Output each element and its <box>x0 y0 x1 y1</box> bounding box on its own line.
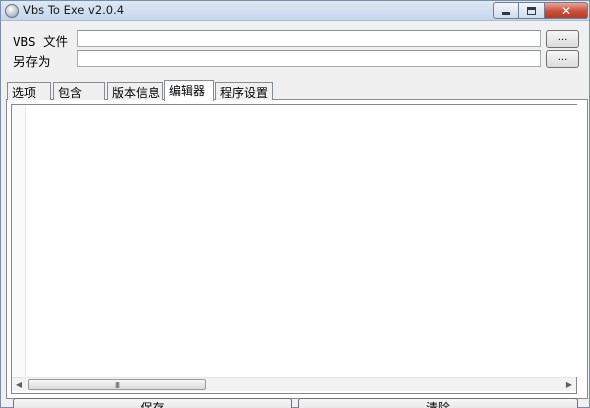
clear-button[interactable]: 清除 <box>298 398 578 408</box>
close-icon: ✕ <box>560 3 572 18</box>
tab-options[interactable]: 选项 <box>7 82 51 100</box>
scroll-right-icon[interactable]: ▶ <box>562 378 576 392</box>
minimize-icon <box>502 12 510 15</box>
save-button[interactable]: 保存 <box>13 398 292 408</box>
save-as-browse-button[interactable]: ... <box>546 50 579 68</box>
main-window: Vbs To Exe v2.0.4 ✕ VBS 文件 ... 另存为 ... 选… <box>0 0 590 408</box>
maximize-icon <box>527 6 536 15</box>
scroll-left-icon[interactable]: ◀ <box>12 378 26 392</box>
app-icon <box>5 4 19 18</box>
tab-include[interactable]: 包含 <box>53 82 105 100</box>
editor-textarea[interactable] <box>13 105 577 377</box>
vbs-file-input[interactable] <box>77 30 541 47</box>
tab-program-settings[interactable]: 程序设置 <box>215 82 273 100</box>
vbs-file-label: VBS 文件 <box>13 34 69 49</box>
editor-gutter <box>12 105 26 377</box>
scroll-thumb[interactable]: III <box>28 379 206 390</box>
tab-editor[interactable]: 编辑器 <box>164 80 214 101</box>
save-as-input[interactable] <box>77 50 541 67</box>
window-title: Vbs To Exe v2.0.4 <box>23 3 125 17</box>
caption-buttons: ✕ <box>493 2 588 19</box>
maximize-button[interactable] <box>519 2 545 19</box>
horizontal-scrollbar[interactable]: ◀ III ▶ <box>12 377 576 391</box>
vbs-file-browse-button[interactable]: ... <box>546 30 579 48</box>
save-as-label: 另存为 <box>13 54 51 69</box>
close-button[interactable]: ✕ <box>545 2 588 19</box>
tab-version-info[interactable]: 版本信息 <box>107 82 163 100</box>
minimize-button[interactable] <box>493 2 519 19</box>
title-bar[interactable]: Vbs To Exe v2.0.4 ✕ <box>1 1 589 21</box>
scroll-grip: III <box>114 381 120 390</box>
